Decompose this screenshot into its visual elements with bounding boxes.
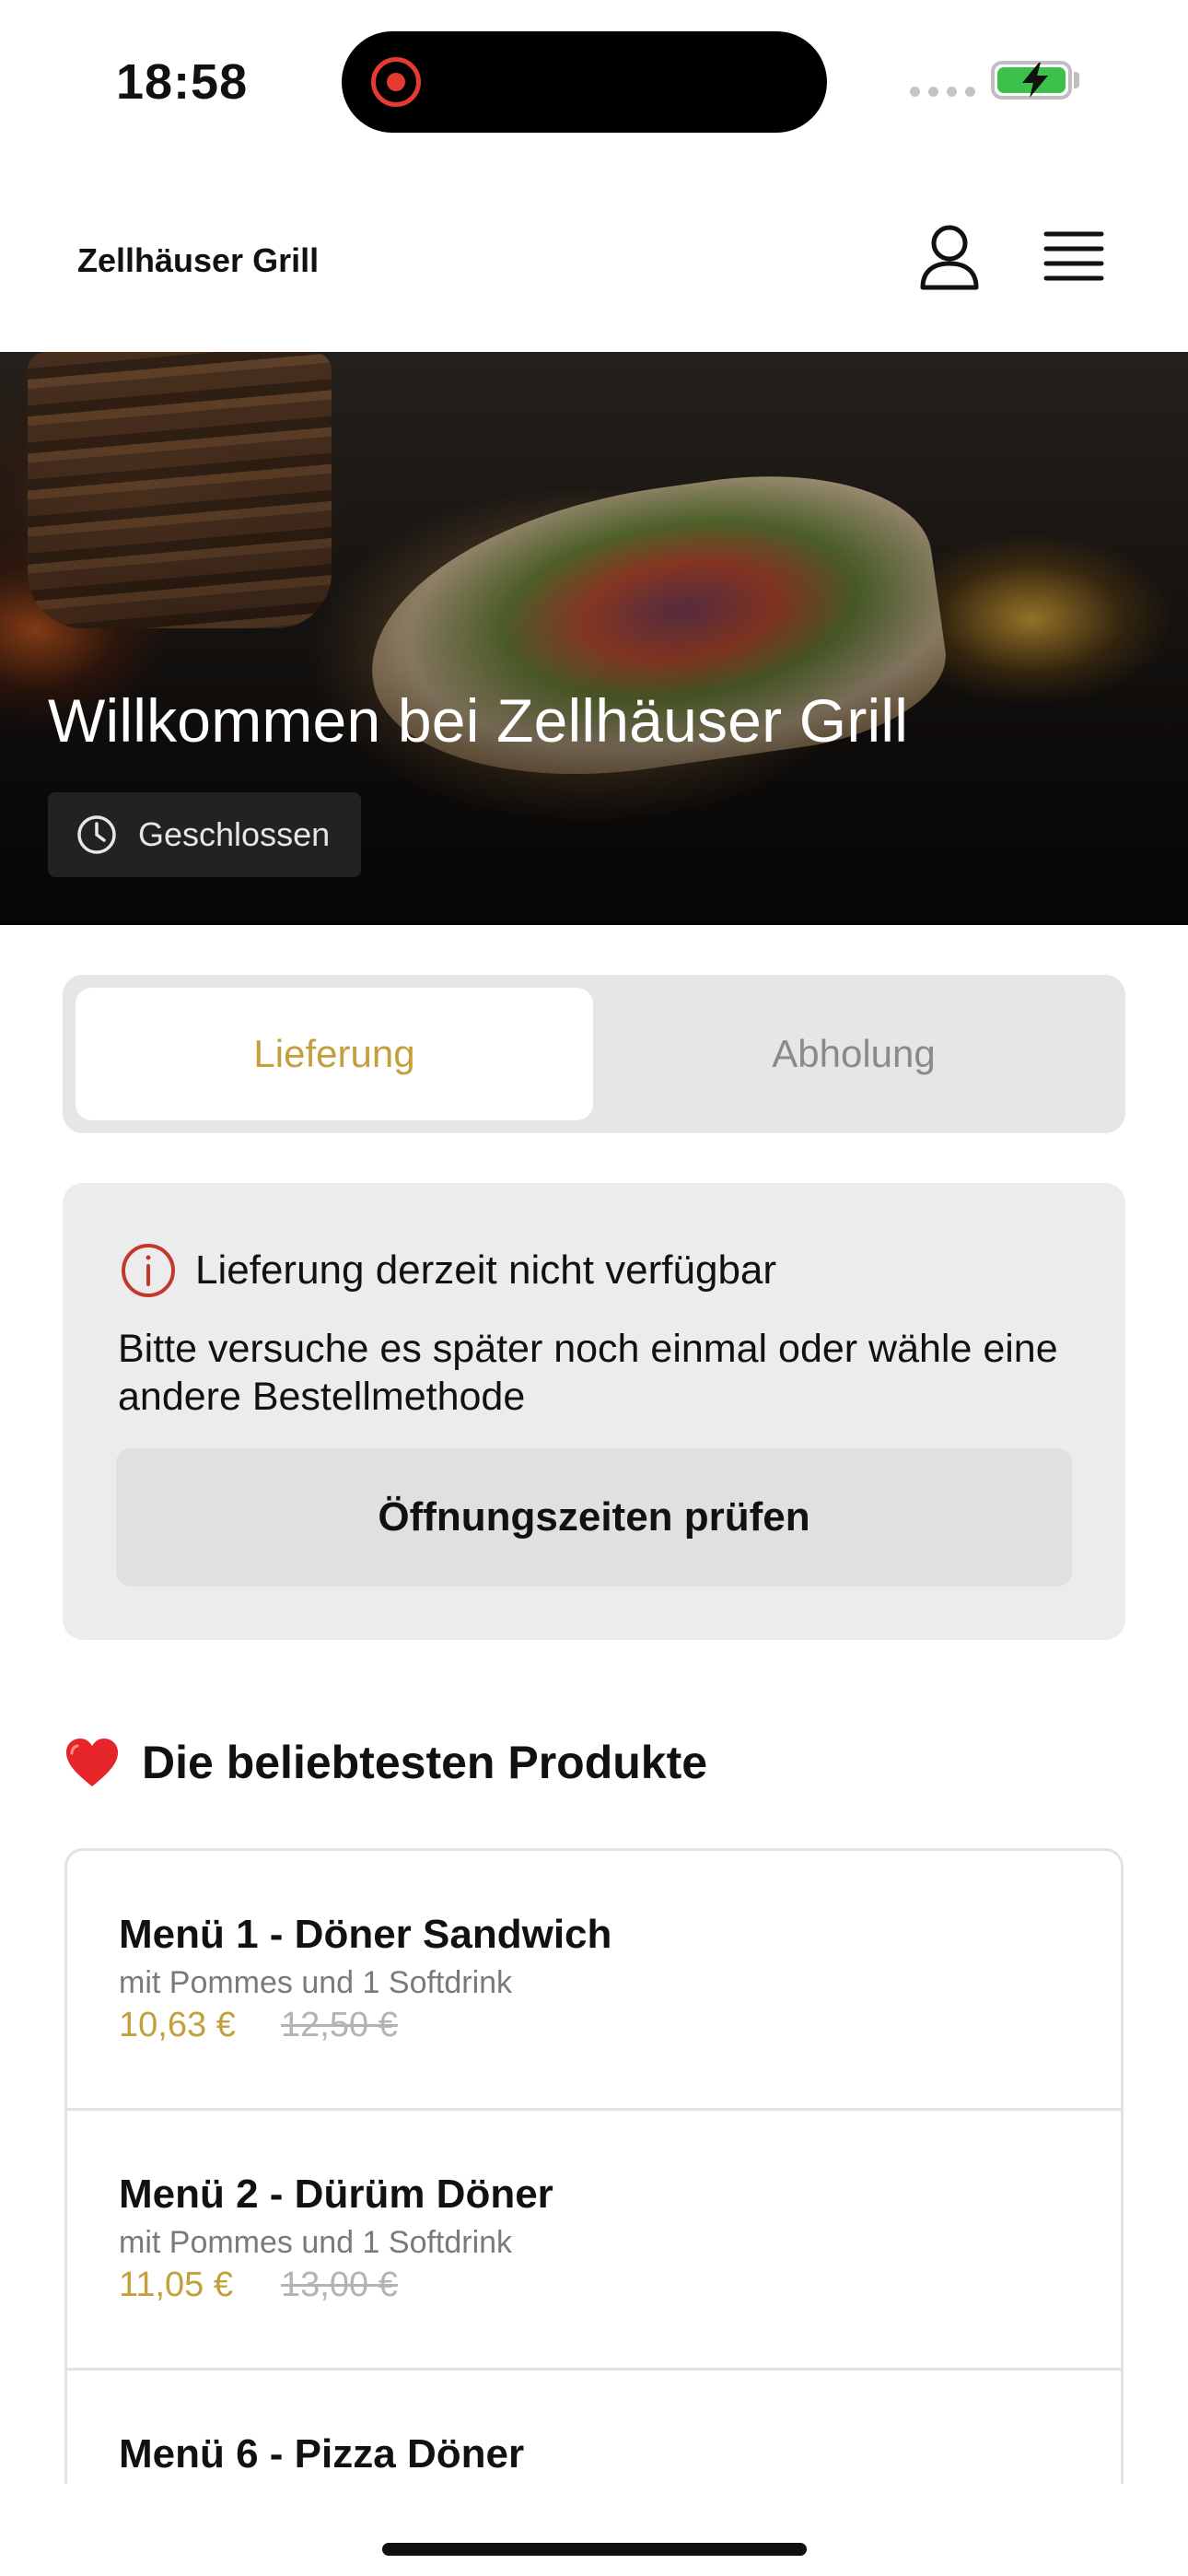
battery-charging-icon bbox=[991, 61, 1072, 100]
product-price: 11,05 € bbox=[119, 2266, 233, 2304]
dynamic-island bbox=[342, 31, 827, 133]
product-price: 10,63 € bbox=[119, 2006, 236, 2044]
product-item[interactable]: Menü 2 - Dürüm Döner mit Pommes und 1 So… bbox=[67, 2111, 1121, 2371]
user-icon[interactable] bbox=[917, 223, 982, 291]
product-description: mit Pommes und 1 Softdrink bbox=[119, 1965, 513, 2000]
popular-product-list: Menü 1 - Döner Sandwich mit Pommes und 1… bbox=[64, 1848, 1124, 2484]
delivery-unavailable-notice: Lieferung derzeit nicht verfügbar Bitte … bbox=[63, 1183, 1125, 1640]
product-name: Menü 1 - Döner Sandwich bbox=[119, 1912, 612, 1957]
notice-body: Bitte versuche es später noch einmal ode… bbox=[118, 1327, 1058, 1419]
product-item[interactable]: Menü 1 - Döner Sandwich mit Pommes und 1… bbox=[67, 1851, 1121, 2111]
status-time: 18:58 bbox=[116, 54, 249, 110]
app-header: Zellhäuser Grill bbox=[0, 162, 1188, 352]
tab-lieferung[interactable]: Lieferung bbox=[76, 988, 593, 1120]
info-icon bbox=[122, 1244, 175, 1297]
opening-status-text: Geschlossen bbox=[138, 815, 331, 853]
product-old-price: 12,50 € bbox=[281, 2006, 398, 2044]
signal-icon bbox=[910, 87, 975, 97]
brand-name[interactable]: Zellhäuser Grill bbox=[77, 241, 319, 280]
opening-status-badge: Geschlossen bbox=[48, 792, 361, 877]
record-icon bbox=[371, 57, 421, 107]
menu-icon[interactable] bbox=[1042, 228, 1105, 286]
product-description: mit Pommes und 1 Softdrink bbox=[119, 2225, 513, 2260]
battery-cap bbox=[1074, 72, 1079, 88]
order-mode-switch: Lieferung Abholung bbox=[63, 975, 1125, 1133]
notice-title: Lieferung derzeit nicht verfügbar bbox=[195, 1247, 777, 1293]
clock-icon bbox=[77, 815, 116, 854]
check-opening-hours-button[interactable]: Öffnungszeiten prüfen bbox=[116, 1448, 1072, 1587]
home-indicator[interactable] bbox=[382, 2543, 807, 2556]
product-name: Menü 2 - Dürüm Döner bbox=[119, 2172, 553, 2217]
popular-section-title: Die beliebtesten Produkte bbox=[64, 1736, 707, 1789]
product-old-price: 13,00 € bbox=[281, 2266, 398, 2304]
hero-title: Willkommen bei Zellhäuser Grill bbox=[48, 686, 909, 755]
product-item[interactable]: Menü 6 - Pizza Döner bbox=[67, 2371, 1121, 2484]
status-bar: 18:58 bbox=[0, 0, 1188, 162]
product-name: Menü 6 - Pizza Döner bbox=[119, 2431, 525, 2476]
popular-section-label: Die beliebtesten Produkte bbox=[142, 1737, 708, 1788]
tab-abholung[interactable]: Abholung bbox=[595, 988, 1112, 1120]
heart-icon bbox=[66, 1739, 118, 1786]
hero-banner: Willkommen bei Zellhäuser Grill Geschlos… bbox=[0, 352, 1188, 925]
